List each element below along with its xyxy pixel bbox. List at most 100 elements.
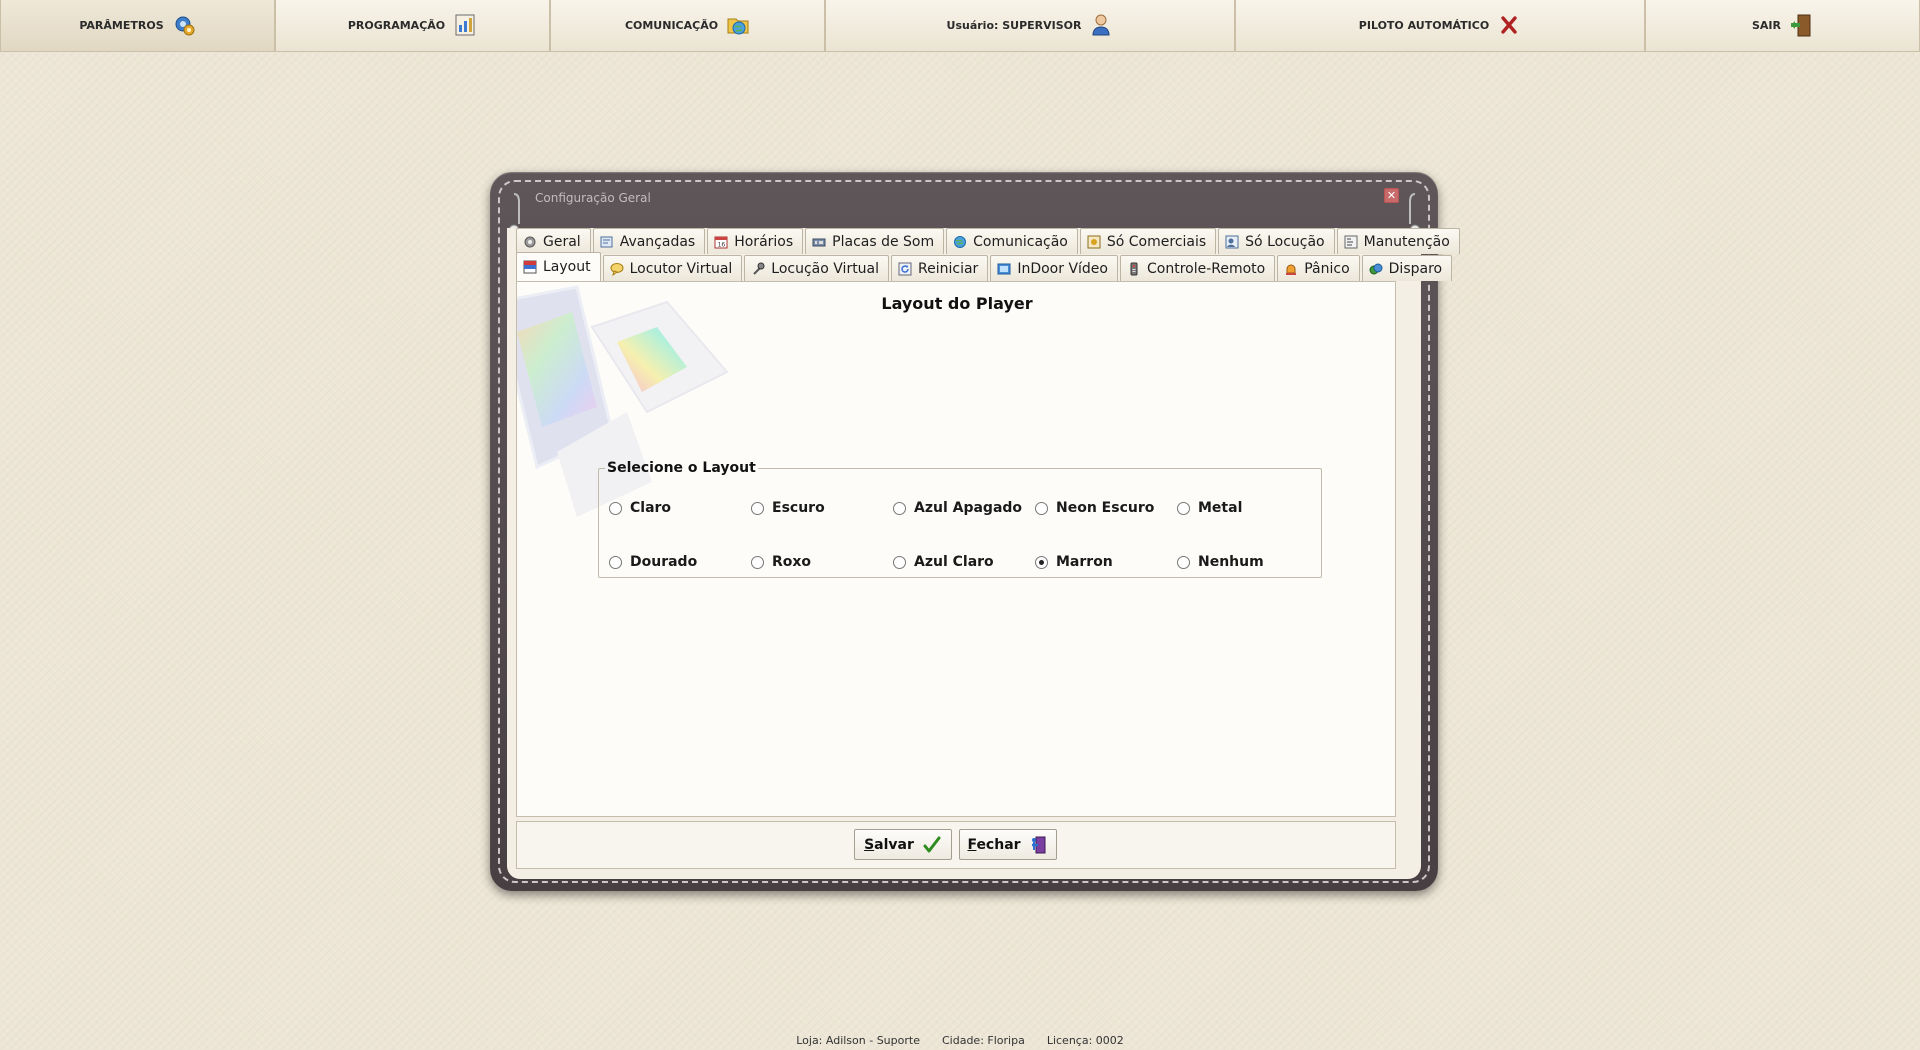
option-metal[interactable]: Metal	[1177, 500, 1242, 516]
layout-tab-content: Layout do Player Selecione o Layout Clar…	[516, 281, 1396, 817]
exit-door-icon	[1789, 13, 1813, 39]
radio-claro[interactable]	[609, 501, 622, 515]
dialog-close-button[interactable]: ✕	[1384, 188, 1399, 203]
programacao-label: PROGRAMAÇÃO	[347, 19, 446, 32]
option-label: Metal	[1198, 500, 1243, 516]
tab-label: Locução Virtual	[771, 260, 880, 277]
group-legend: Selecione o Layout	[607, 460, 756, 476]
tab-label: Só Comerciais	[1106, 233, 1207, 250]
option-azul-claro[interactable]: Azul Claro	[893, 554, 994, 570]
sair-label: SAIR	[1752, 19, 1781, 32]
tab-label: InDoor Vídeo	[1017, 260, 1108, 277]
tab-locucao-virtual[interactable]: Locução Virtual	[744, 255, 890, 281]
user-icon	[1089, 13, 1113, 39]
option-claro[interactable]: Claro	[609, 500, 671, 516]
option-dourado[interactable]: Dourado	[609, 554, 697, 570]
layout-selection-group: Selecione o Layout Claro Escuro Azul Apa…	[598, 460, 1322, 578]
tab-locutor-virtual[interactable]: Locutor Virtual	[602, 255, 743, 281]
radio-nenhum[interactable]	[1177, 555, 1190, 569]
dialog-title: Configuração Geral	[535, 191, 651, 205]
radio-azul-apagado[interactable]	[893, 501, 906, 515]
tab-indoor-video[interactable]: InDoor Vídeo	[990, 255, 1118, 281]
tab-layout[interactable]: Layout	[516, 252, 601, 281]
trigger-icon	[1369, 262, 1383, 276]
radio-escuro[interactable]	[751, 501, 764, 515]
option-label: Dourado	[630, 554, 698, 570]
tab-manutencao[interactable]: Manutenção	[1336, 228, 1460, 254]
tab-row-1: Geral Avançadas 16 Horários Placas de So…	[516, 228, 1460, 255]
piloto-label: PILOTO AUTOMÁTICO	[1358, 19, 1490, 32]
tab-disparo[interactable]: Disparo	[1361, 255, 1453, 281]
option-nenhum[interactable]: Nenhum	[1177, 554, 1264, 570]
option-neon-escuro[interactable]: Neon Escuro	[1035, 500, 1154, 516]
programacao-button[interactable]: PROGRAMAÇÃO	[275, 0, 550, 52]
restart-icon	[898, 262, 912, 276]
layout-icon	[523, 260, 537, 274]
tab-label: Geral	[543, 233, 581, 250]
comunicacao-label: COMUNICAÇÃO	[624, 19, 719, 32]
tab-label: Horários	[734, 233, 794, 250]
page-title: Layout do Player	[881, 294, 1033, 313]
option-label: Escuro	[772, 500, 825, 516]
dialog-body: Geral Avançadas 16 Horários Placas de So…	[507, 228, 1460, 879]
radio-neon-escuro[interactable]	[1035, 501, 1048, 515]
tab-horarios[interactable]: 16 Horários	[707, 228, 804, 254]
parametros-label: PARÂMETROS	[79, 19, 164, 32]
tab-comunicacao[interactable]: Comunicação	[946, 228, 1078, 254]
tab-panico[interactable]: Pânico	[1277, 255, 1360, 281]
close-label: Fechar	[967, 836, 1021, 853]
tab-label: Pânico	[1304, 260, 1350, 277]
parametros-button[interactable]: PARÂMETROS	[0, 0, 275, 52]
tab-placas-de-som[interactable]: Placas de Som	[805, 228, 945, 254]
tab-label: Só Locução	[1245, 233, 1325, 250]
tab-label: Placas de Som	[832, 233, 935, 250]
tab-label: Comunicação	[973, 233, 1068, 250]
comunicacao-button[interactable]: COMUNICAÇÃO	[550, 0, 825, 52]
music-chart-icon	[453, 13, 477, 39]
radio-azul-claro[interactable]	[893, 555, 906, 569]
commercial-icon	[1087, 235, 1101, 249]
status-loja: Loja: Adilson - Suporte	[796, 1034, 920, 1047]
tab-reiniciar[interactable]: Reiniciar	[891, 255, 989, 281]
video-icon	[997, 262, 1011, 276]
speech-bubble-icon	[610, 262, 624, 276]
radio-dourado[interactable]	[609, 555, 622, 569]
status-cidade: Cidade: Floripa	[941, 1034, 1025, 1047]
option-marron[interactable]: Marron	[1035, 554, 1113, 570]
option-roxo[interactable]: Roxo	[751, 554, 811, 570]
tab-label: Avançadas	[619, 233, 696, 250]
calendar-icon: 16	[714, 235, 728, 249]
tab-label: Manutenção	[1363, 233, 1450, 250]
configuracao-geral-dialog: Configuração Geral ✕ Geral Avançadas 16 …	[490, 172, 1460, 891]
save-label: Salvar	[864, 836, 914, 853]
sair-button[interactable]: SAIR	[1645, 0, 1920, 52]
option-label: Neon Escuro	[1056, 500, 1155, 516]
usuario-button[interactable]: Usuário: SUPERVISOR	[825, 0, 1235, 52]
save-button[interactable]: Salvar	[854, 829, 952, 860]
top-navigation: PARÂMETROS PROGRAMAÇÃO COMUNICAÇÃO Usuár…	[0, 0, 1920, 52]
option-label: Azul Apagado	[914, 500, 1023, 516]
red-x-icon	[1497, 13, 1521, 39]
tab-label: Disparo	[1388, 260, 1443, 277]
radio-marron[interactable]	[1035, 555, 1048, 569]
option-label: Nenhum	[1198, 554, 1264, 570]
close-button[interactable]: Fechar	[959, 829, 1057, 860]
tab-geral[interactable]: Geral	[516, 228, 591, 254]
tab-avancadas[interactable]: Avançadas	[592, 228, 706, 254]
radio-metal[interactable]	[1177, 501, 1190, 515]
option-label: Azul Claro	[914, 554, 994, 570]
tab-label: Layout	[543, 259, 591, 275]
usuario-label: Usuário: SUPERVISOR	[946, 19, 1082, 32]
piloto-automatico-button[interactable]: PILOTO AUTOMÁTICO	[1235, 0, 1645, 52]
option-azul-apagado[interactable]: Azul Apagado	[893, 500, 1022, 516]
voice-icon	[1225, 235, 1239, 249]
radio-roxo[interactable]	[751, 555, 764, 569]
globe-icon	[953, 235, 967, 249]
tab-so-locucao[interactable]: Só Locução	[1218, 228, 1335, 254]
tab-controle-remoto[interactable]: Controle-Remoto	[1119, 255, 1276, 281]
remote-icon	[1127, 262, 1141, 276]
maintenance-icon	[1344, 235, 1358, 249]
option-label: Roxo	[772, 554, 812, 570]
option-escuro[interactable]: Escuro	[751, 500, 825, 516]
tab-so-comerciais[interactable]: Só Comerciais	[1079, 228, 1217, 254]
